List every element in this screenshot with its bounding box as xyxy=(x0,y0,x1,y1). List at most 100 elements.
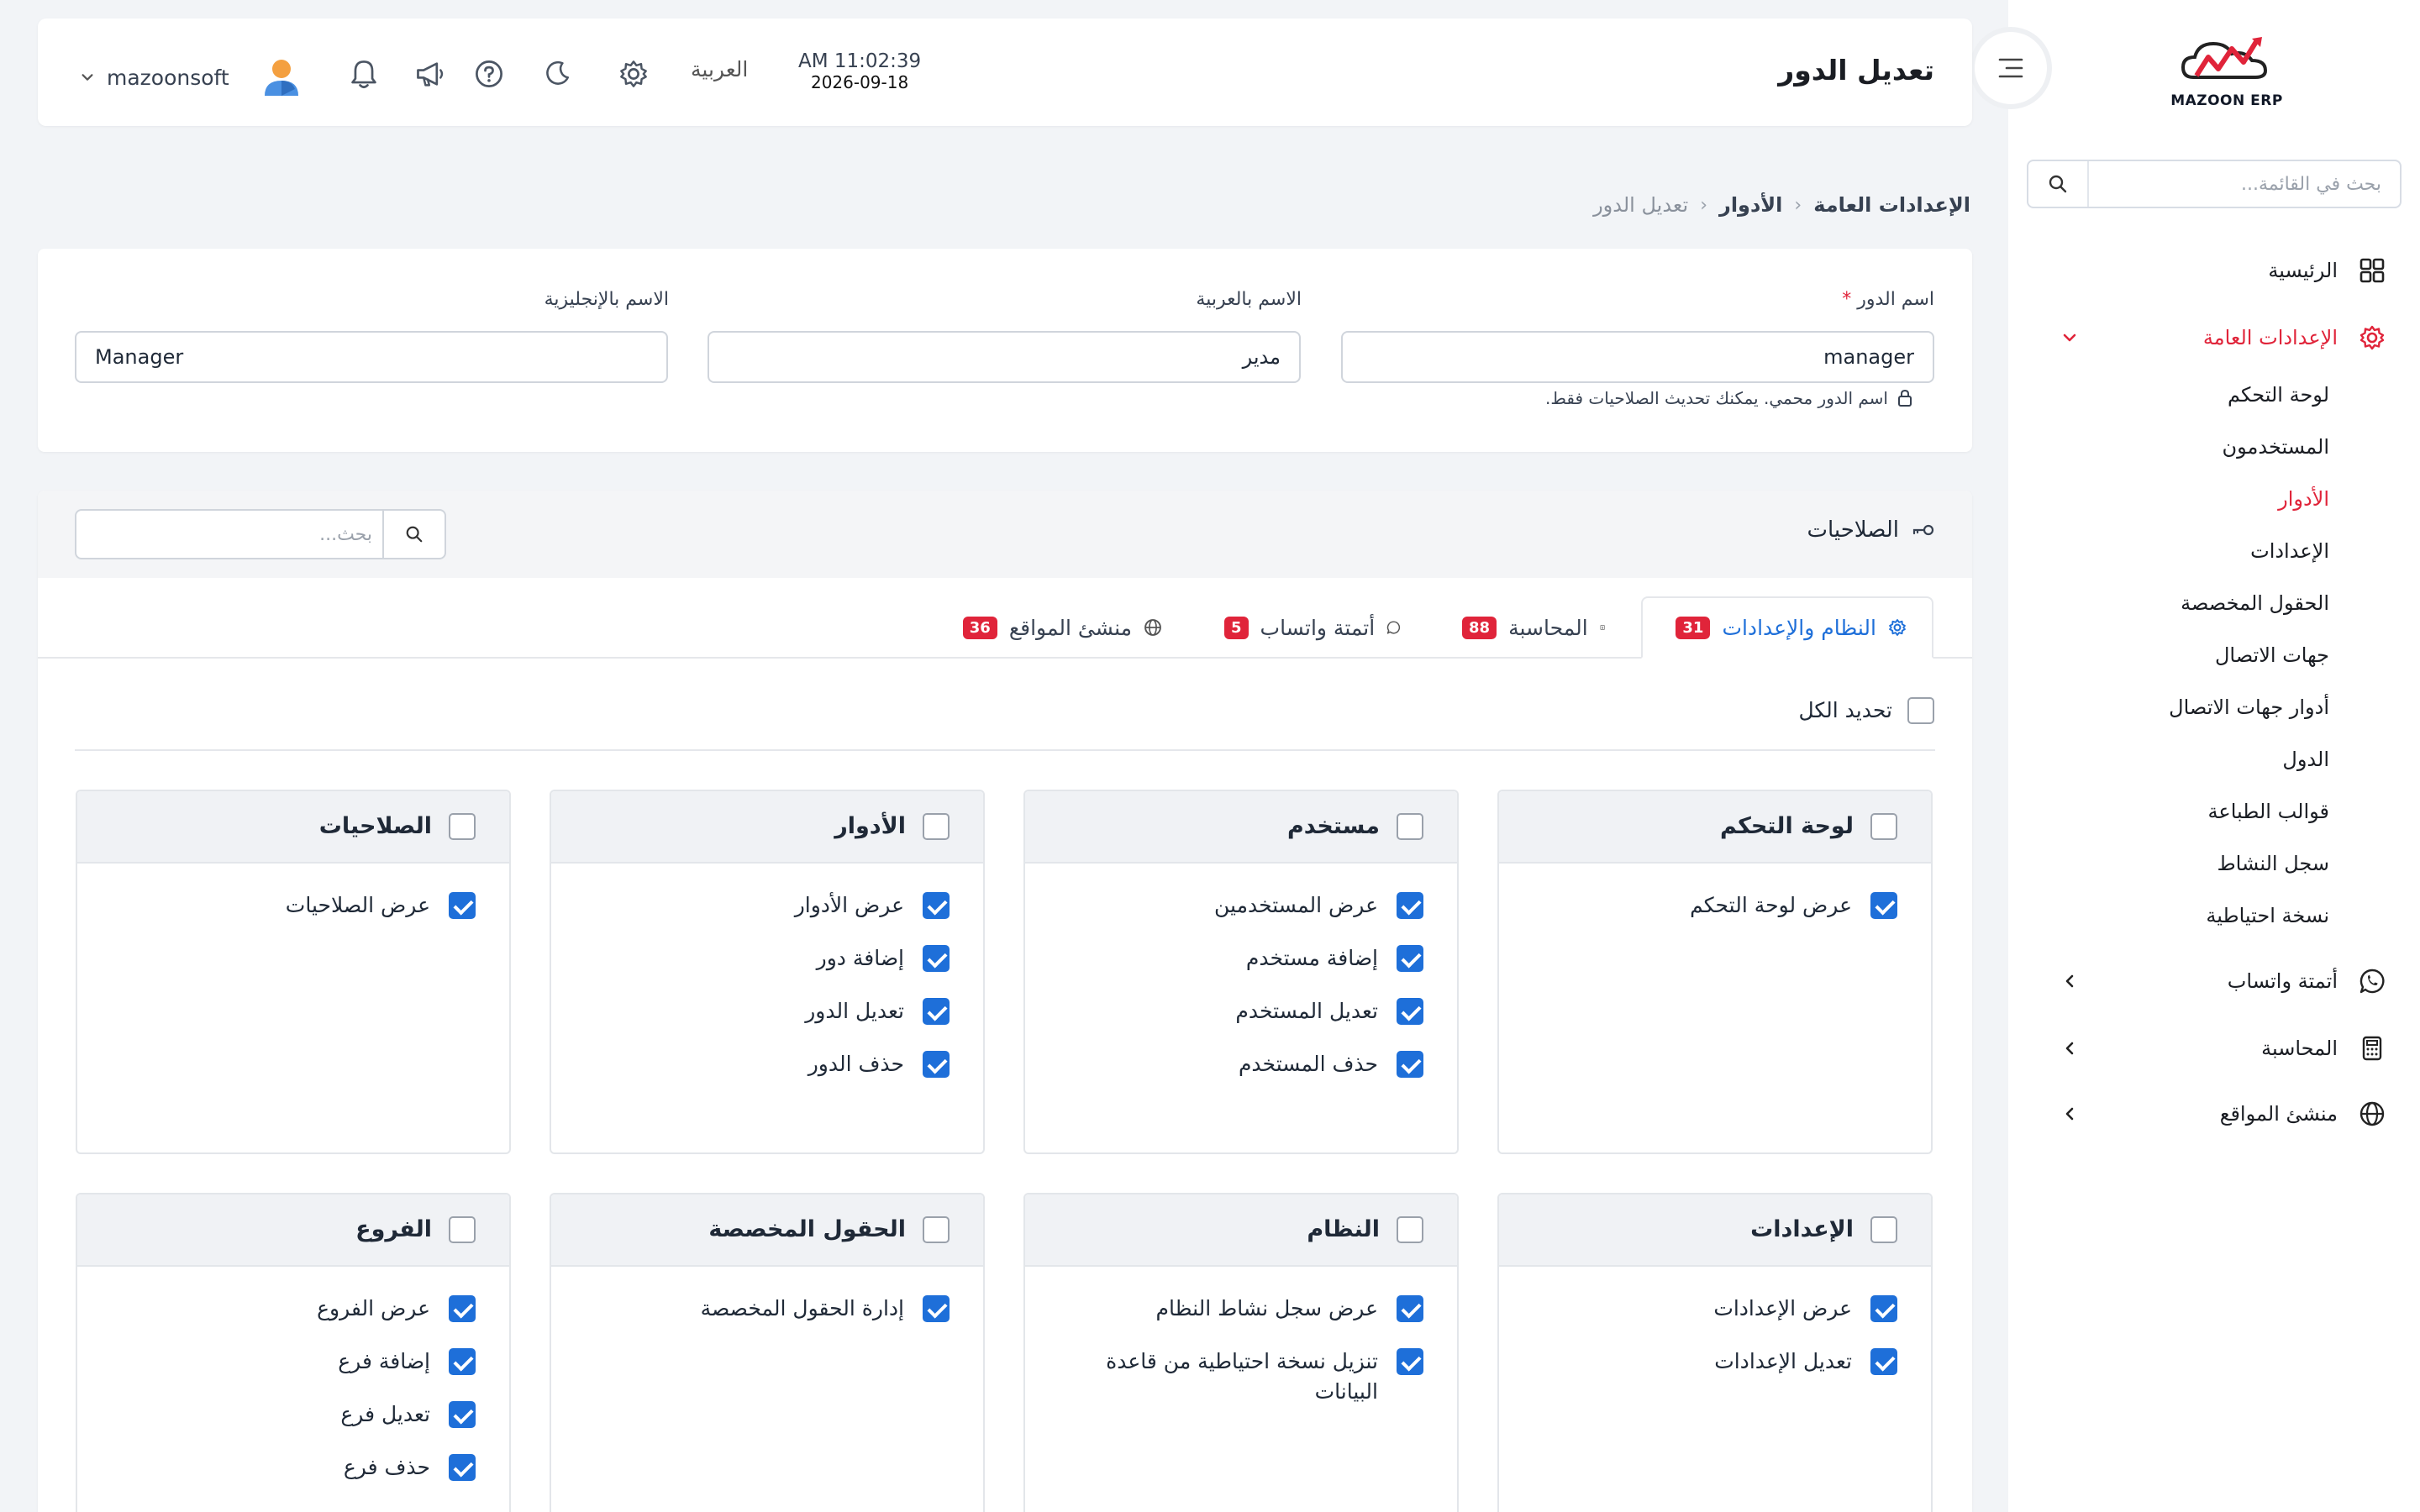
tab-label: النظام والإعدادات xyxy=(1722,615,1876,640)
sidebar-item-countries[interactable]: الدول xyxy=(2282,748,2329,771)
permission-checkbox[interactable] xyxy=(1397,945,1423,972)
permission-checkbox[interactable] xyxy=(923,892,950,919)
permission-checkbox[interactable] xyxy=(449,1295,476,1322)
nav-accounting[interactable]: المحاسبة xyxy=(2261,1030,2386,1067)
role-name-input[interactable] xyxy=(1341,331,1934,383)
permission-item[interactable]: حذف المستخدم xyxy=(1037,1049,1423,1079)
group-checkbox[interactable] xyxy=(1870,1216,1897,1243)
nav-site-builder[interactable]: منشئ المواقع xyxy=(2220,1095,2386,1132)
permission-item[interactable]: حذف الدور xyxy=(563,1049,950,1079)
sidebar-toggle-button[interactable] xyxy=(1975,32,2047,104)
user-menu[interactable]: mazoonsoft xyxy=(80,54,305,101)
group-checkbox[interactable] xyxy=(923,1216,950,1243)
nav-whatsapp[interactable]: أتمتة واتساب xyxy=(2228,963,2386,1000)
sidebar-item-dashboard[interactable]: لوحة التحكم xyxy=(2228,383,2329,407)
chevron-left-icon[interactable] xyxy=(2059,970,2081,992)
permission-checkbox[interactable] xyxy=(923,998,950,1025)
grid-icon xyxy=(2358,256,2386,285)
permission-checkbox[interactable] xyxy=(1397,892,1423,919)
dark-mode-button[interactable] xyxy=(539,55,576,92)
help-button[interactable] xyxy=(471,55,508,92)
group-checkbox[interactable] xyxy=(1870,813,1897,840)
permission-item[interactable]: عرض الفروع xyxy=(89,1294,476,1324)
username: mazoonsoft xyxy=(107,65,229,90)
permission-checkbox[interactable] xyxy=(923,945,950,972)
select-all-checkbox[interactable] xyxy=(1907,697,1934,724)
permission-item[interactable]: عرض سجل نشاط النظام xyxy=(1087,1294,1423,1324)
tab-system-settings[interactable]: النظام والإعدادات 31 xyxy=(1641,596,1933,659)
permission-checkbox[interactable] xyxy=(1397,1051,1423,1078)
permissions-search-input[interactable] xyxy=(82,517,372,551)
breadcrumb-general-settings[interactable]: الإعدادات العامة xyxy=(1813,193,1970,217)
english-name-input[interactable] xyxy=(75,331,668,383)
permissions-header: الصلاحيات xyxy=(38,491,1972,578)
permission-item[interactable]: تعديل فرع xyxy=(89,1399,476,1430)
sidebar-item-print-templates[interactable]: قوالب الطباعة xyxy=(2208,800,2329,823)
permission-checkbox[interactable] xyxy=(1870,1348,1897,1375)
permission-checkbox[interactable] xyxy=(449,1348,476,1375)
chevron-left-icon: ‹ xyxy=(1794,194,1802,216)
tab-whatsapp-automation[interactable]: أتمتة واتساب 5 xyxy=(1199,596,1426,659)
permission-checkbox[interactable] xyxy=(449,1401,476,1428)
permission-checkbox[interactable] xyxy=(1397,998,1423,1025)
group-checkbox[interactable] xyxy=(449,1216,476,1243)
permission-checkbox[interactable] xyxy=(449,1454,476,1481)
select-all[interactable]: تحديد الكل xyxy=(1798,696,1934,724)
sidebar-search-input[interactable] xyxy=(2096,166,2381,202)
permission-item[interactable]: حذف فرع xyxy=(89,1452,476,1483)
language-switch[interactable]: العربية xyxy=(691,57,748,81)
sidebar-item-custom-fields[interactable]: الحقول المخصصة xyxy=(2181,591,2329,615)
permission-checkbox[interactable] xyxy=(1397,1348,1423,1375)
permissions-search[interactable] xyxy=(75,509,446,559)
permission-checkbox[interactable] xyxy=(923,1051,950,1078)
permission-item[interactable]: عرض الصلاحيات xyxy=(89,890,476,921)
settings-button[interactable] xyxy=(615,55,652,92)
tab-accounting[interactable]: المحاسبة 88 xyxy=(1437,596,1630,659)
permission-item[interactable]: عرض الأدوار xyxy=(563,890,950,921)
permission-item[interactable]: تعديل الإعدادات xyxy=(1511,1347,1897,1377)
sidebar-item-contact-roles[interactable]: أدوار جهات الاتصال xyxy=(2169,696,2329,719)
permission-item[interactable]: إضافة مستخدم xyxy=(1037,943,1423,974)
chevron-left-icon[interactable] xyxy=(2059,1103,2081,1125)
sidebar-item-contacts[interactable]: جهات الاتصال xyxy=(2215,643,2329,667)
group-checkbox[interactable] xyxy=(1397,1216,1423,1243)
sidebar-item-settings[interactable]: الإعدادات xyxy=(2250,539,2329,563)
permission-checkbox[interactable] xyxy=(1397,1295,1423,1322)
search-button[interactable] xyxy=(2028,161,2089,207)
sidebar-item-users[interactable]: المستخدمون xyxy=(2223,435,2329,459)
chevron-down-icon[interactable] xyxy=(2059,327,2081,349)
permission-item[interactable]: عرض الإعدادات xyxy=(1511,1294,1897,1324)
announcements-button[interactable] xyxy=(412,55,449,92)
permission-checkbox[interactable] xyxy=(1870,1295,1897,1322)
permission-item[interactable]: إدارة الحقول المخصصة xyxy=(563,1294,950,1324)
search-button[interactable] xyxy=(382,511,445,558)
permission-checkbox[interactable] xyxy=(923,1295,950,1322)
sidebar-item-backup[interactable]: نسخة احتياطية xyxy=(2206,904,2329,927)
clock: AM 11:02:39 2026-09-18 xyxy=(798,50,921,92)
group-checkbox[interactable] xyxy=(1397,813,1423,840)
tab-count-badge: 88 xyxy=(1462,616,1497,639)
nav-general-settings[interactable]: الإعدادات العامة xyxy=(2203,319,2386,356)
permission-item[interactable]: إضافة فرع xyxy=(89,1347,476,1377)
chevron-left-icon[interactable] xyxy=(2059,1037,2081,1059)
gear-icon xyxy=(1889,619,1906,636)
breadcrumb-roles[interactable]: الأدوار xyxy=(1719,193,1782,217)
nav-home[interactable]: الرئيسية xyxy=(2268,252,2386,289)
permission-item[interactable]: عرض المستخدمين xyxy=(1037,890,1423,921)
group-checkbox[interactable] xyxy=(923,813,950,840)
permission-item[interactable]: تعديل الدور xyxy=(563,996,950,1026)
permission-item[interactable]: تعديل المستخدم xyxy=(1037,996,1423,1026)
group-checkbox[interactable] xyxy=(449,813,476,840)
sidebar-search[interactable] xyxy=(2027,160,2402,208)
notifications-button[interactable] xyxy=(345,55,382,92)
permission-checkbox[interactable] xyxy=(1870,892,1897,919)
tab-site-builder[interactable]: منشئ المواقع 36 xyxy=(922,596,1187,659)
permission-group: لوحة التحكم عرض لوحة التحكم xyxy=(1497,790,1933,1154)
arabic-name-input[interactable] xyxy=(708,331,1301,383)
permission-item[interactable]: عرض لوحة التحكم xyxy=(1511,890,1897,921)
sidebar-item-roles[interactable]: الأدوار xyxy=(2278,487,2329,511)
sidebar-item-activity-log[interactable]: سجل النشاط xyxy=(2217,852,2329,875)
permission-item[interactable]: تنزيل نسخة احتياطية من قاعدة البيانات xyxy=(1087,1347,1423,1407)
permission-checkbox[interactable] xyxy=(449,892,476,919)
permission-item[interactable]: إضافة دور xyxy=(563,943,950,974)
